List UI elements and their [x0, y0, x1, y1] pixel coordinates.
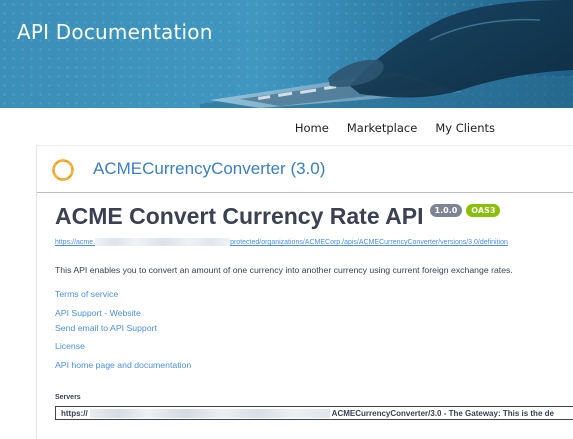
redacted-url-segment — [95, 238, 231, 246]
laptop-typing-image — [200, 0, 573, 108]
definition-url-link[interactable]: https://acme. protected/organizations/ACM… — [55, 238, 508, 246]
top-nav: Home Marketplace My Clients — [295, 121, 495, 135]
api-title-row: ACME Convert Currency Rate API 1.0.0 OAS… — [55, 203, 501, 229]
api-home-page-link[interactable]: API home page and documentation — [55, 360, 191, 370]
license-link[interactable]: License — [55, 341, 85, 351]
definition-url-end: protected/organizations/ACMECorp./apis/A… — [230, 238, 508, 246]
server-url-end: ACMECurrencyConverter/3.0 - The Gateway:… — [331, 408, 554, 418]
api-name-heading: ACMECurrencyConverter (3.0) — [93, 159, 326, 178]
definition-url-start: https://acme. — [55, 238, 96, 246]
ring-logo-icon — [52, 159, 74, 181]
oas-badge: OAS3 — [466, 204, 501, 217]
banner-title: API Documentation — [17, 20, 213, 44]
api-card: ACMECurrencyConverter (3.0) ACME Convert… — [36, 145, 573, 439]
redacted-server-segment — [89, 408, 330, 418]
api-description: This API enables you to convert an amoun… — [55, 265, 513, 275]
nav-my-clients-link[interactable]: My Clients — [435, 121, 495, 135]
api-support-email-link[interactable]: Send email to API Support — [55, 323, 157, 333]
servers-label: Servers — [55, 394, 81, 401]
header-banner: API Documentation — [0, 0, 573, 108]
api-support-website-link[interactable]: API Support - Website — [55, 308, 141, 318]
terms-of-service-link[interactable]: Terms of service — [55, 289, 118, 299]
version-badge: 1.0.0 — [429, 204, 463, 217]
nav-home-link[interactable]: Home — [295, 121, 329, 135]
server-url-start: https:// — [61, 408, 88, 418]
nav-marketplace-link[interactable]: Marketplace — [347, 121, 417, 135]
api-card-header: ACMECurrencyConverter (3.0) — [37, 146, 573, 193]
servers-select[interactable]: https:// ACMECurrencyConverter/3.0 - The … — [55, 406, 573, 420]
api-title: ACME Convert Currency Rate API — [55, 203, 424, 229]
